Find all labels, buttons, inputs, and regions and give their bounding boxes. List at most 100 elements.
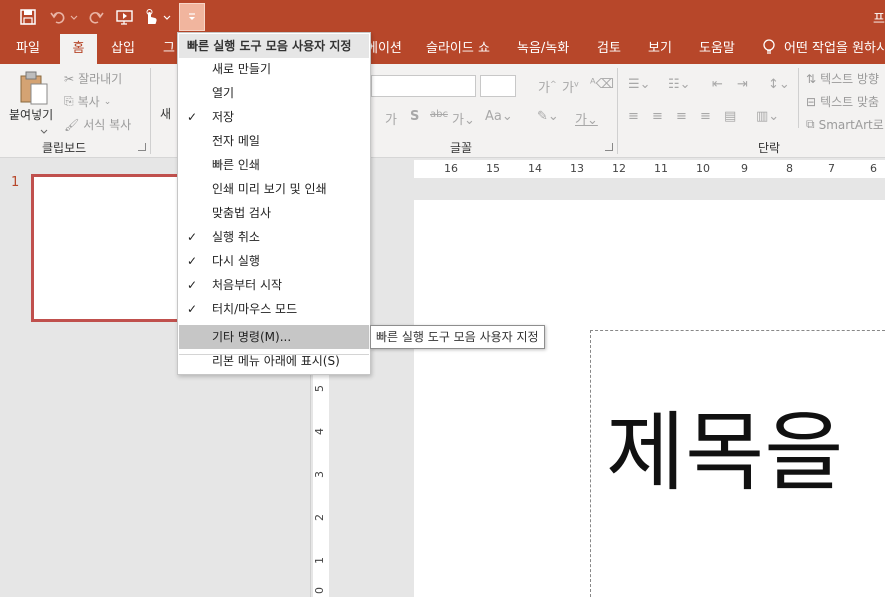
menu-item[interactable]: 열기 <box>179 81 369 105</box>
distributed-icon[interactable]: ▤ <box>724 109 736 124</box>
tooltip: 빠른 실행 도구 모음 사용자 지정 <box>370 325 545 349</box>
customize-qat-icon <box>189 13 195 20</box>
menu-item[interactable]: ✓ 다시 실행 <box>179 249 369 273</box>
columns-icon[interactable]: ▥⌄ <box>756 109 779 124</box>
ruler-label: 13 <box>570 162 584 175</box>
text-direction-button[interactable]: ⇅ 텍스트 방향 <box>806 70 879 87</box>
menu-item-label: 리본 메뉴 아래에 표시(S) <box>212 354 340 368</box>
new-slide-label: 새 <box>160 107 172 121</box>
save-icon[interactable] <box>18 5 38 29</box>
tab-help[interactable]: 도움말 <box>695 34 739 64</box>
menu-item[interactable]: 전자 메일 <box>179 129 369 153</box>
align-center-icon[interactable]: ≡ <box>652 109 663 124</box>
tab-home[interactable]: 홈 <box>60 34 97 64</box>
strikethrough-icon[interactable]: abc <box>430 109 448 120</box>
clear-format-icon[interactable]: ᴬ⌫ <box>590 77 614 92</box>
tab-view[interactable]: 보기 <box>644 34 676 64</box>
checkmark-icon: ✓ <box>187 278 198 292</box>
menu-item-label: 빠른 인쇄 <box>212 158 260 172</box>
char-spacing-icon[interactable]: 가⌄ <box>452 109 475 128</box>
menu-item[interactable]: 새로 만들기 <box>179 57 369 81</box>
align-right-icon[interactable]: ≡ <box>676 109 687 124</box>
numbering-icon[interactable]: ☷⌄ <box>668 77 691 92</box>
increase-indent-icon[interactable]: ⇥ <box>737 77 748 92</box>
change-case-icon[interactable]: Aa⌄ <box>485 109 513 124</box>
menu-item-show-below-ribbon[interactable]: 리본 메뉴 아래에 표시(S) <box>179 349 369 373</box>
paste-dropdown-icon[interactable] <box>40 124 48 138</box>
justify-icon[interactable]: ≡ <box>700 109 711 124</box>
copy-icon: ⎘ <box>64 94 74 108</box>
ruler-label: 7 <box>828 162 835 175</box>
menu-item-label: 새로 만들기 <box>212 62 272 76</box>
menu-item[interactable]: ✓ 실행 취소 <box>179 225 369 249</box>
slide-thumbnail[interactable] <box>31 174 191 322</box>
redo-icon[interactable] <box>86 5 106 29</box>
menu-item-label: 처음부터 시작 <box>212 278 283 292</box>
align-left-icon[interactable]: ≡ <box>628 109 639 124</box>
new-slide-button[interactable]: 새 <box>160 105 171 122</box>
font-name-combo[interactable] <box>371 75 476 97</box>
align-text-label: 텍스트 맞춤 <box>820 95 880 109</box>
ruler-label: 8 <box>786 162 793 175</box>
bullets-icon[interactable]: ☰⌄ <box>628 77 651 92</box>
menu-item-more-commands[interactable]: 기타 명령(M)... <box>179 325 369 349</box>
format-painter-button[interactable]: 🖌 서식 복사 <box>64 116 131 133</box>
tab-review[interactable]: 검토 <box>593 34 625 64</box>
customize-qat-button[interactable] <box>179 3 205 31</box>
copy-dropdown-icon: ⌄ <box>103 96 112 107</box>
paste-button[interactable]: 붙여넣기 <box>9 106 53 123</box>
menu-item-label: 다시 실행 <box>212 254 260 268</box>
touch-dropdown-icon[interactable] <box>162 5 172 29</box>
font-launcher-icon[interactable] <box>605 143 613 151</box>
copy-label: 복사 <box>77 95 100 109</box>
paste-label: 붙여넣기 <box>9 108 54 122</box>
menu-item[interactable]: 빠른 인쇄 <box>179 153 369 177</box>
undo-dropdown-icon[interactable] <box>69 5 79 29</box>
ruler-label: 2 <box>313 514 326 521</box>
align-text-button[interactable]: ⊟ 텍스트 맞춤 <box>806 93 879 110</box>
grow-font-icon[interactable]: 가^ <box>538 77 557 96</box>
lightbulb-icon <box>763 39 775 54</box>
tab-record[interactable]: 녹음/녹화 <box>513 34 573 64</box>
tab-insert[interactable]: 삽입 <box>107 34 139 64</box>
undo-icon[interactable] <box>48 5 68 29</box>
separator <box>150 68 151 154</box>
cut-button[interactable]: ✂ 잘라내기 <box>64 70 122 87</box>
start-from-beginning-icon[interactable] <box>115 5 135 29</box>
convert-smartart-button[interactable]: ⧉ SmartArt로 <box>806 116 884 133</box>
vertical-ruler: 5 4 3 2 1 0 <box>313 360 329 597</box>
shrink-font-icon[interactable]: 가v <box>562 77 579 96</box>
touch-mouse-mode-icon[interactable] <box>141 5 161 29</box>
slide-title-text[interactable]: 제목을 <box>606 398 843 508</box>
scissors-icon: ✂ <box>64 71 75 86</box>
copy-button[interactable]: ⎘ 복사 ⌄ <box>64 93 111 110</box>
line-spacing-icon[interactable]: ↕⌄ <box>768 77 790 92</box>
highlight-icon[interactable]: ✎⌄ <box>537 109 559 124</box>
checkmark-icon: ✓ <box>187 110 198 124</box>
menu-item-label: 인쇄 미리 보기 및 인쇄 <box>212 182 327 196</box>
ruler-label: 12 <box>612 162 626 175</box>
menu-item-label: 전자 메일 <box>212 134 260 148</box>
bold-icon[interactable]: 가 <box>385 109 397 128</box>
ribbon: 붙여넣기 ✂ 잘라내기 ⎘ 복사 ⌄ 🖌 서식 복사 클립보드 새 가^ 가v ᴬ⌫ 가… <box>0 64 885 158</box>
paste-icon[interactable] <box>18 70 50 106</box>
tab-design[interactable]: 그 <box>159 34 179 64</box>
tell-me-box[interactable]: 어떤 작업을 원하시 <box>762 34 885 64</box>
cut-label: 잘라내기 <box>78 72 123 86</box>
menu-item[interactable]: ✓ 터치/마우스 모드 <box>179 297 369 321</box>
menu-item[interactable]: 인쇄 미리 보기 및 인쇄 <box>179 177 369 201</box>
checkmark-icon: ✓ <box>187 230 198 244</box>
menu-item[interactable]: 맞춤법 검사 <box>179 201 369 225</box>
tab-slideshow[interactable]: 슬라이드 쇼 <box>422 34 494 64</box>
tell-me-text: 어떤 작업을 원하시 <box>784 41 885 56</box>
menu-item-label: 저장 <box>212 110 235 124</box>
clipboard-launcher-icon[interactable] <box>138 143 146 151</box>
decrease-indent-icon[interactable]: ⇤ <box>712 77 723 92</box>
shadow-icon[interactable]: S <box>410 109 419 124</box>
font-size-combo[interactable] <box>480 75 516 97</box>
font-color-icon[interactable]: 가⌄ <box>575 109 598 128</box>
menu-item[interactable]: ✓ 저장 <box>179 105 369 129</box>
ribbon-tabs: 파일 홈 삽입 그 에이션 슬라이드 쇼 녹음/녹화 검토 보기 도움말 어떤 … <box>0 34 885 64</box>
menu-item[interactable]: ✓ 처음부터 시작 <box>179 273 369 297</box>
tab-file[interactable]: 파일 <box>12 34 44 64</box>
